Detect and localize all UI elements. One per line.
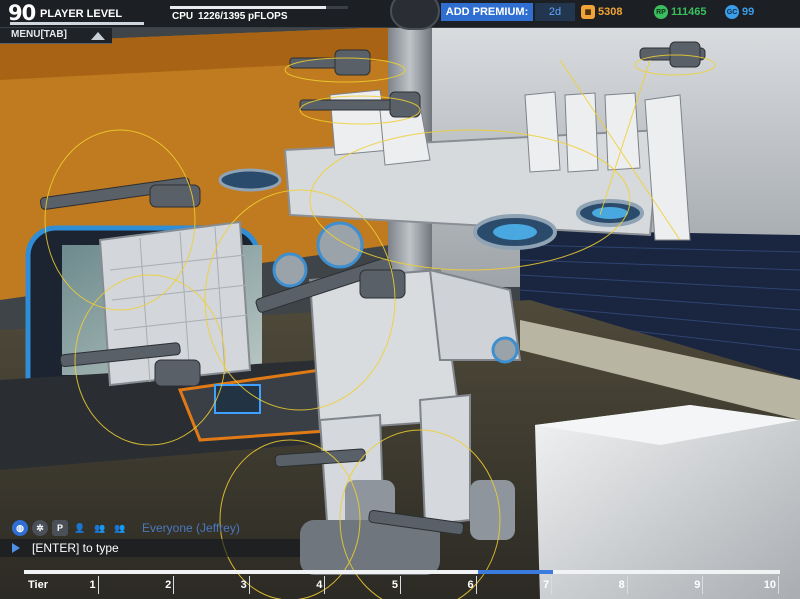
globe-icon[interactable]: ◍: [12, 520, 28, 536]
party-icon[interactable]: P: [52, 520, 68, 536]
add-premium-button[interactable]: ADD PREMIUM:: [441, 3, 533, 21]
robits-icon: ▦: [581, 5, 595, 19]
tier-number-2: 2: [165, 579, 172, 591]
chat-channel-label: Everyone (Jeffrey): [142, 521, 240, 535]
robits-value: 5308: [598, 6, 623, 18]
tier-bar: Tier 1 2 3 4 5 6 7 8 9 10: [24, 570, 780, 599]
tier-tick: [626, 576, 628, 594]
chevron-up-icon: [91, 32, 105, 40]
player-level-label: PLAYER LEVEL: [40, 8, 123, 20]
top-hud: 90 PLAYER LEVEL CPU 1226/1395 pFLOPS ADD…: [0, 0, 800, 30]
menu-button[interactable]: MENU[TAB]: [0, 28, 112, 44]
chat-play-icon: [12, 543, 20, 553]
tier-tick: [475, 576, 477, 594]
garage-scene: [0, 27, 800, 599]
tier-tick: [778, 576, 779, 594]
tier-tick: [702, 576, 704, 594]
tier-number-10: 10: [763, 579, 776, 591]
cpu-value: 1226/1395 pFLOPS: [198, 11, 288, 22]
chat-channel-icons: ◍ ✲ P 👤 👥 👥: [12, 520, 128, 536]
player-level-bar-fill: [10, 22, 144, 25]
friend-icon[interactable]: 👤: [72, 520, 88, 536]
tier-number-7: 7: [543, 579, 550, 591]
rp-value: 111465: [671, 6, 707, 18]
tier-tick: [551, 576, 553, 594]
tier-number-3: 3: [240, 579, 247, 591]
tier-tick: [97, 576, 99, 594]
tier-number-8: 8: [618, 579, 625, 591]
cpu-label: CPU: [172, 11, 194, 22]
tier-number-1: 1: [89, 579, 96, 591]
tier-tick: [400, 576, 401, 594]
tier-label: Tier: [28, 579, 48, 591]
tier-tick: [173, 576, 175, 594]
menu-label: MENU[TAB]: [11, 29, 67, 40]
tier-progress: [477, 570, 554, 574]
gc-balance: GC 99: [725, 5, 754, 19]
chat-input-hint: [ENTER] to type: [32, 541, 119, 555]
gc-icon: GC: [725, 5, 739, 19]
tier-tick: [248, 576, 250, 594]
robits-balance: ▦ 5308: [581, 5, 622, 19]
group-icon[interactable]: 👥: [92, 520, 108, 536]
tier-track: [24, 570, 780, 574]
tier-number-4: 4: [316, 579, 323, 591]
game-logo-icon: [390, 0, 440, 30]
cpu-bar-fill: [170, 6, 327, 9]
player-level-bar: [10, 22, 144, 25]
tier-number-5: 5: [391, 579, 398, 591]
tier-tick: [324, 576, 326, 594]
gc-value: 99: [742, 6, 755, 18]
tier-number-9: 9: [694, 579, 701, 591]
tier-number-6: 6: [467, 579, 474, 591]
cpu-bar: [170, 6, 348, 9]
rp-balance: RP 111465: [654, 5, 707, 19]
clan-icon[interactable]: ✲: [32, 520, 48, 536]
rp-icon: RP: [654, 5, 668, 19]
users-icon[interactable]: 👥: [112, 520, 128, 536]
premium-days: 2d: [535, 3, 575, 21]
